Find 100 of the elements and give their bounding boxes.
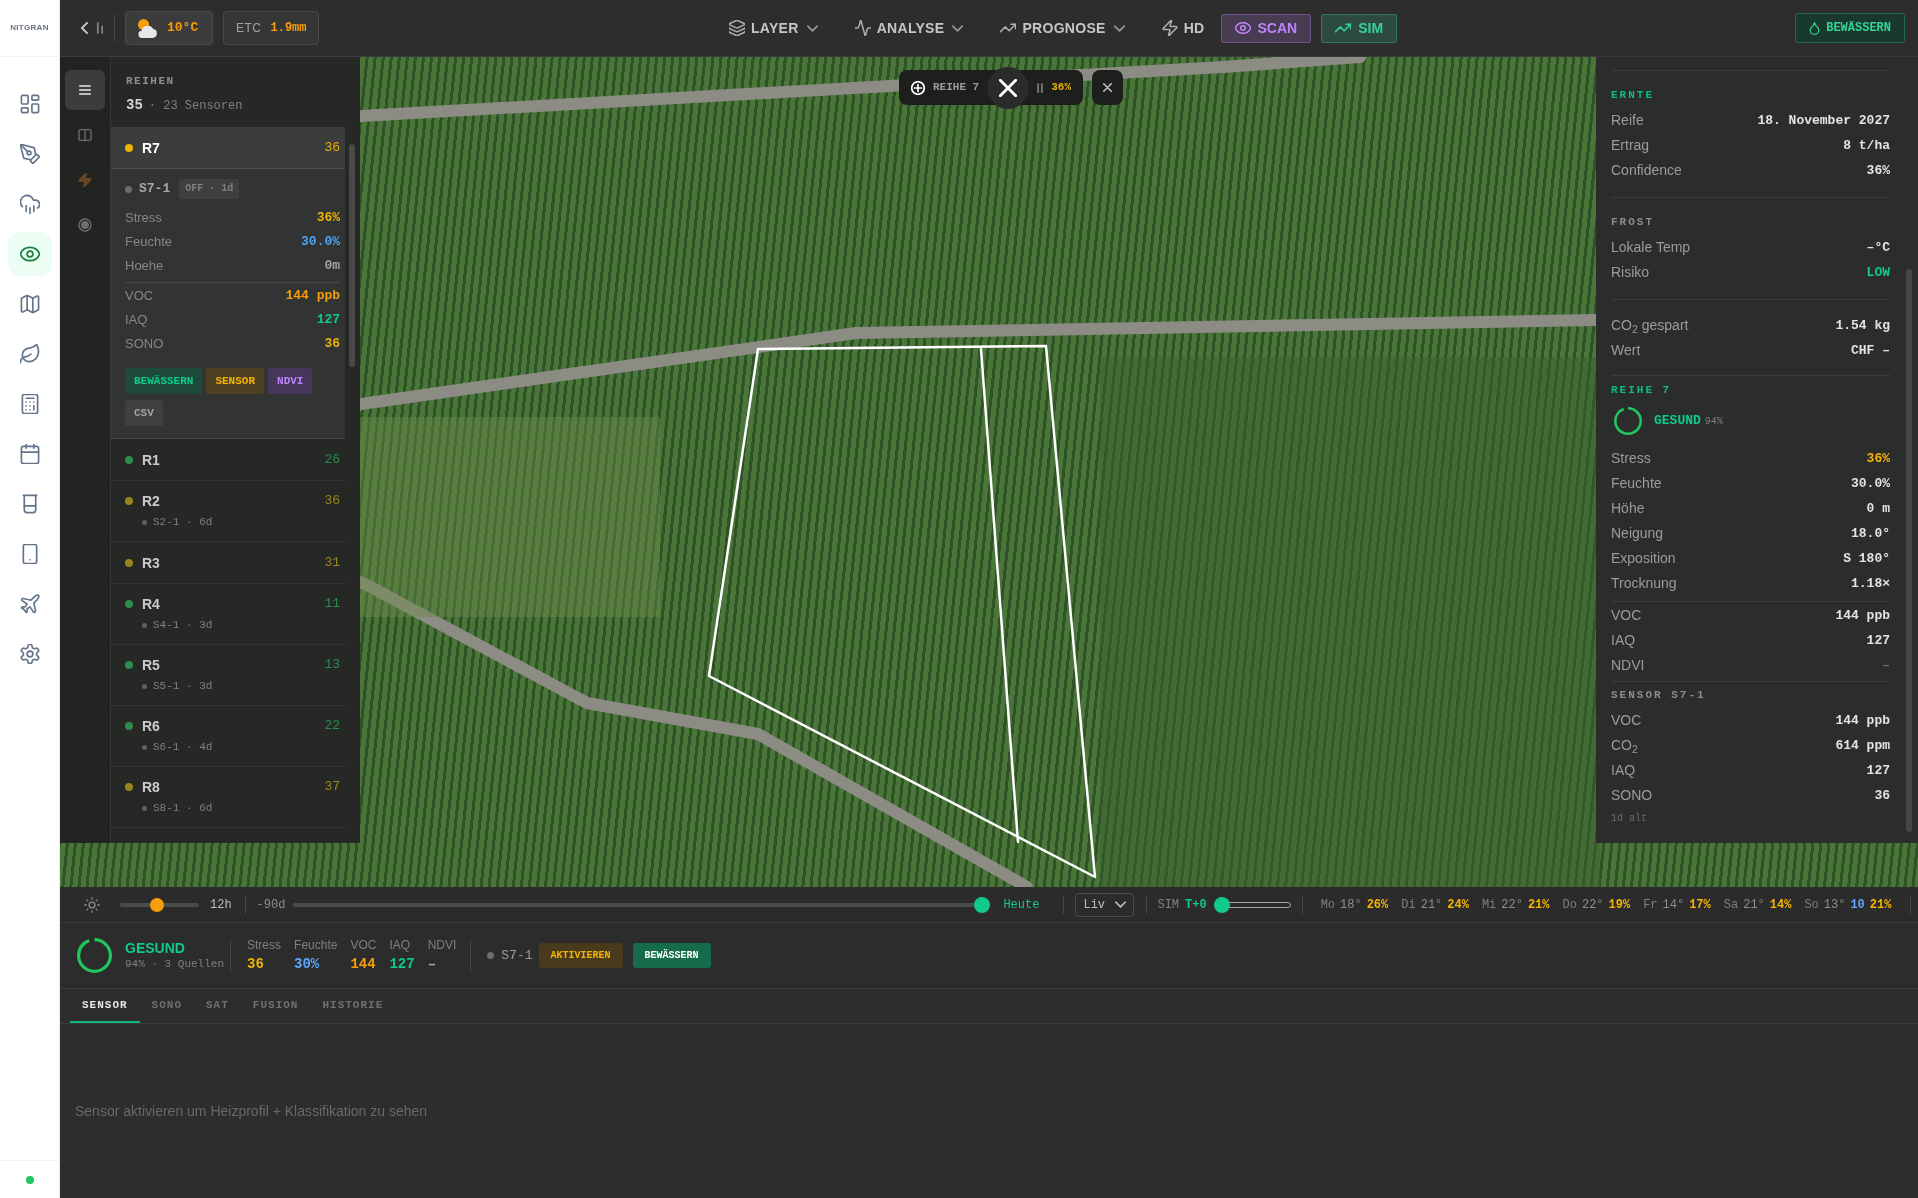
- sensor-name: S7-1: [501, 946, 533, 965]
- forecast-percentage: 21%: [1869, 896, 1892, 914]
- row-score: 22: [324, 717, 341, 735]
- irrigate-button[interactable]: BEWÄSSERN: [1795, 13, 1905, 43]
- metric-label: VOC: [125, 287, 154, 306]
- field-label: Trocknung: [1611, 574, 1677, 593]
- metric-value: 30.0%: [301, 233, 341, 252]
- data-age-note: 1d alt: [1611, 812, 1648, 826]
- field-value: 144 ppb: [1835, 606, 1890, 625]
- row-list-item[interactable]: R2 36 S2-1 · 6d: [111, 481, 346, 542]
- sensor-name: S7-1: [139, 180, 171, 199]
- sensor-status-badge: OFF · 1d: [179, 179, 240, 199]
- sensor-button[interactable]: SENSOR: [206, 368, 265, 394]
- row-total: 35: [126, 97, 143, 113]
- chevron-down-icon: [806, 24, 818, 32]
- field-label: Exposition: [1611, 549, 1676, 568]
- pen-nib-icon: [19, 144, 40, 164]
- trend-up-icon: [1335, 20, 1352, 36]
- forecast-day: So: [1804, 895, 1819, 914]
- metric-value: 144: [350, 956, 377, 973]
- row-score: 36: [324, 138, 341, 157]
- row-list-item[interactable]: R6 22 S6-1 · 4d: [111, 706, 346, 767]
- row-score: 13: [324, 656, 341, 674]
- irrigate-button[interactable]: BEWÄSSERN: [125, 368, 203, 394]
- metric-label: Stress: [125, 209, 162, 228]
- mode-select[interactable]: Liv: [1075, 892, 1135, 917]
- csv-export-button[interactable]: CSV: [125, 400, 163, 426]
- forecast-day: Sa: [1723, 895, 1739, 914]
- field-label: CO$_{2}$: [1611, 736, 1638, 756]
- metric-label: SONO: [125, 335, 164, 354]
- field-value: 30.0%: [1851, 474, 1890, 493]
- etc-value: 1.9mm: [270, 20, 307, 37]
- row-name: R2: [142, 492, 160, 510]
- field-value: 18.0°: [1851, 524, 1890, 543]
- columns-icon: [78, 128, 92, 142]
- sun-icon: [84, 896, 100, 913]
- metric-label: VOC: [350, 938, 377, 952]
- row-list-item[interactable]: R1 26: [111, 439, 346, 481]
- trend-up-icon: [1000, 20, 1017, 36]
- settings-icon: [19, 644, 40, 664]
- forecast-day: Mo: [1320, 895, 1336, 914]
- row-score-value: 36%: [1051, 80, 1072, 96]
- scrollbar-thumb[interactable]: [1906, 269, 1912, 832]
- metric-label: Feuchte: [294, 938, 338, 952]
- forecast-percentage: 21%: [1527, 896, 1550, 914]
- forecast-percentage: 17%: [1689, 896, 1711, 914]
- row-name: R1: [142, 450, 160, 469]
- row-name: R3: [142, 553, 160, 572]
- close-button[interactable]: [987, 66, 1030, 109]
- row-list-item[interactable]: R8 37 S8-1 · 6d: [111, 767, 346, 828]
- chevron-down-icon: [952, 24, 964, 32]
- sim-label: SIM: [1157, 896, 1180, 914]
- metric-value: 144 ppb: [285, 287, 341, 306]
- lightning-icon: [1161, 20, 1178, 36]
- metric-value: 127: [389, 956, 415, 973]
- metric-value: –: [427, 956, 438, 973]
- layers-icon: [729, 20, 745, 36]
- forecast-percentage: 14%: [1769, 896, 1792, 914]
- forecast-temperature: 22°: [1581, 896, 1604, 914]
- field-label: Confidence: [1611, 161, 1682, 180]
- section-title: SENSOR S7-1: [1611, 688, 1707, 703]
- chevron-down-icon: [1113, 24, 1125, 32]
- mode-toggle-button[interactable]: SIM: [1321, 13, 1398, 43]
- ndvi-button[interactable]: NDVI: [268, 368, 313, 394]
- field-label: Feuchte: [1611, 474, 1662, 493]
- list-title: REIHEN: [126, 74, 176, 88]
- menu-button[interactable]: LAYER: [719, 11, 828, 45]
- metric-label: Hoehe: [125, 257, 164, 276]
- field-value: 1.18×: [1851, 574, 1890, 593]
- sensor-info: S6-1 · 4d: [153, 740, 213, 755]
- rail-nav-button[interactable]: [7, 232, 52, 276]
- metric-value: 36%: [316, 209, 341, 228]
- health-status: GESUND: [125, 939, 186, 957]
- row-list-item[interactable]: R4 11 S4-1 · 3d: [111, 584, 346, 645]
- close-icon: [999, 78, 1018, 97]
- field-value: 614 ppm: [1835, 736, 1890, 755]
- row-list-item[interactable]: R7 36: [111, 127, 346, 169]
- slider-thumb[interactable]: [150, 897, 165, 912]
- menu-button[interactable]: HD: [1151, 11, 1215, 45]
- mode-toggle-button[interactable]: SCAN: [1220, 13, 1312, 43]
- field-label: IAQ: [1611, 631, 1636, 650]
- slider-thumb[interactable]: [1213, 896, 1230, 913]
- temperature-value: 10°C: [167, 19, 199, 38]
- sensor-info: S4-1 · 3d: [153, 618, 213, 633]
- metric-value: 36: [324, 335, 341, 354]
- field-value: S 180°: [1843, 549, 1890, 568]
- activate-button[interactable]: AKTIVIEREN: [538, 943, 623, 968]
- scrollbar-thumb[interactable]: [349, 144, 356, 367]
- irrigate-button[interactable]: BEWÄSSERN: [632, 943, 711, 968]
- lightning-icon: [78, 173, 92, 187]
- app-logo: NITGRAN: [10, 23, 49, 33]
- empty-state-message: Sensor aktivieren um Heizprofil + Klassifikation zu sehen: [75, 1102, 429, 1120]
- panel-tab[interactable]: [65, 70, 105, 110]
- menu-button[interactable]: PROGNOSE: [990, 11, 1135, 45]
- slider-thumb[interactable]: [974, 896, 991, 913]
- row-list-item[interactable]: R5 13 S5-1 · 3d: [111, 645, 346, 706]
- menu-button[interactable]: ANALYSE: [844, 11, 974, 45]
- sensor-info: S8-1 · 6d: [153, 801, 213, 816]
- row-list-item[interactable]: R3 31: [111, 542, 346, 584]
- pause-icon: [1037, 82, 1044, 93]
